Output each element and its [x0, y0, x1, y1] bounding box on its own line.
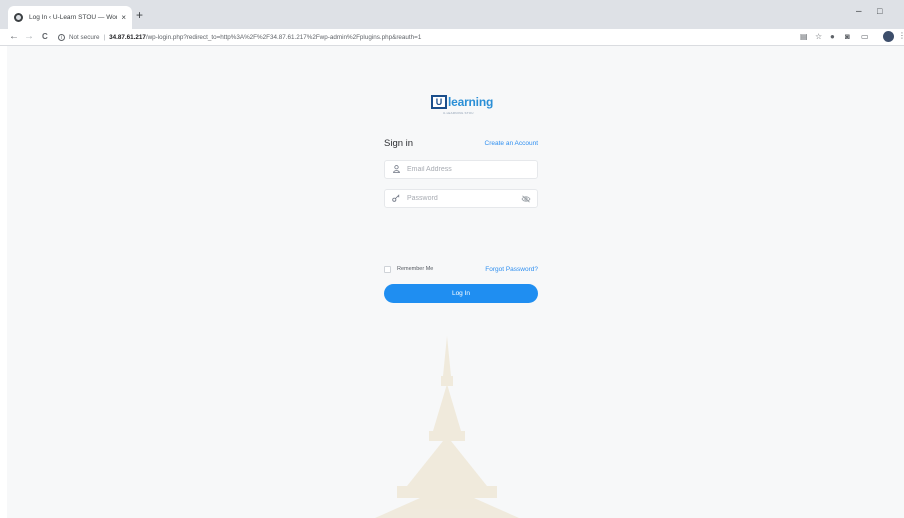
url-host: 34.87.61.217 — [109, 33, 146, 41]
browser-tab[interactable]: Log In ‹ U-Learn STOU — WordP × — [8, 6, 132, 29]
remember-row: Remember Me Forgot Password? — [384, 264, 538, 274]
new-tab-button[interactable]: + — [136, 9, 143, 21]
extension-icon[interactable]: ● — [830, 31, 835, 43]
menu-icon[interactable]: ⋮ — [898, 31, 904, 40]
address-bar[interactable]: i Not secure | 34.87.61.217 /wp-login.ph… — [58, 31, 788, 43]
u-learning-logo: U learning — [431, 95, 493, 109]
forward-button[interactable]: → — [24, 30, 34, 44]
remember-checkbox[interactable] — [384, 265, 391, 273]
url-separator: | — [103, 33, 106, 41]
logo-mark: U — [431, 95, 447, 109]
create-account-link[interactable]: Create an Account — [485, 140, 538, 147]
security-label: Not secure — [69, 33, 100, 41]
remember-label: Remember Me — [397, 266, 434, 272]
eye-off-icon[interactable] — [521, 195, 531, 203]
cast-icon[interactable]: ▭ — [861, 31, 869, 43]
logo-text: learning — [448, 95, 494, 109]
tab-title: Log In ‹ U-Learn STOU — WordP — [29, 14, 118, 21]
close-tab-icon[interactable]: × — [121, 13, 126, 22]
password-input[interactable] — [407, 195, 517, 202]
minimize-button[interactable]: – — [856, 6, 862, 17]
signin-title: Sign in — [384, 137, 414, 149]
temple-watermark — [375, 336, 519, 518]
key-icon — [391, 194, 401, 204]
browser-toolbar: ← → C i Not secure | 34.87.61.217 /wp-lo… — [0, 29, 904, 46]
forgot-password-link[interactable]: Forgot Password? — [485, 266, 538, 273]
browser-tabbar: Log In ‹ U-Learn STOU — WordP × + – □ — [0, 0, 904, 29]
globe-icon — [14, 13, 23, 22]
info-icon[interactable]: i — [58, 33, 65, 41]
avatar[interactable] — [883, 31, 894, 42]
translate-icon[interactable]: ▤ — [800, 31, 808, 43]
url-path: /wp-login.php?redirect_to=http%3A%2F%2F3… — [145, 33, 422, 41]
login-page: U learning U-LEARNING STOU Sign in Creat… — [7, 46, 904, 518]
email-field[interactable] — [384, 160, 538, 179]
user-icon — [391, 164, 401, 175]
signin-form: Sign in Create an Account Remember M — [384, 136, 538, 303]
maximize-button[interactable]: □ — [877, 6, 882, 16]
back-button[interactable]: ← — [9, 30, 19, 44]
login-button[interactable]: Log In — [384, 284, 538, 303]
password-field[interactable] — [384, 189, 538, 208]
email-input[interactable] — [407, 166, 531, 173]
reload-button[interactable]: C — [42, 30, 48, 44]
form-header: Sign in Create an Account — [384, 136, 538, 150]
logo-tagline: U-LEARNING STOU — [443, 111, 474, 115]
camera-icon[interactable]: ◙ — [845, 31, 850, 43]
remember-me[interactable]: Remember Me — [384, 265, 434, 273]
star-icon[interactable]: ☆ — [815, 31, 822, 43]
